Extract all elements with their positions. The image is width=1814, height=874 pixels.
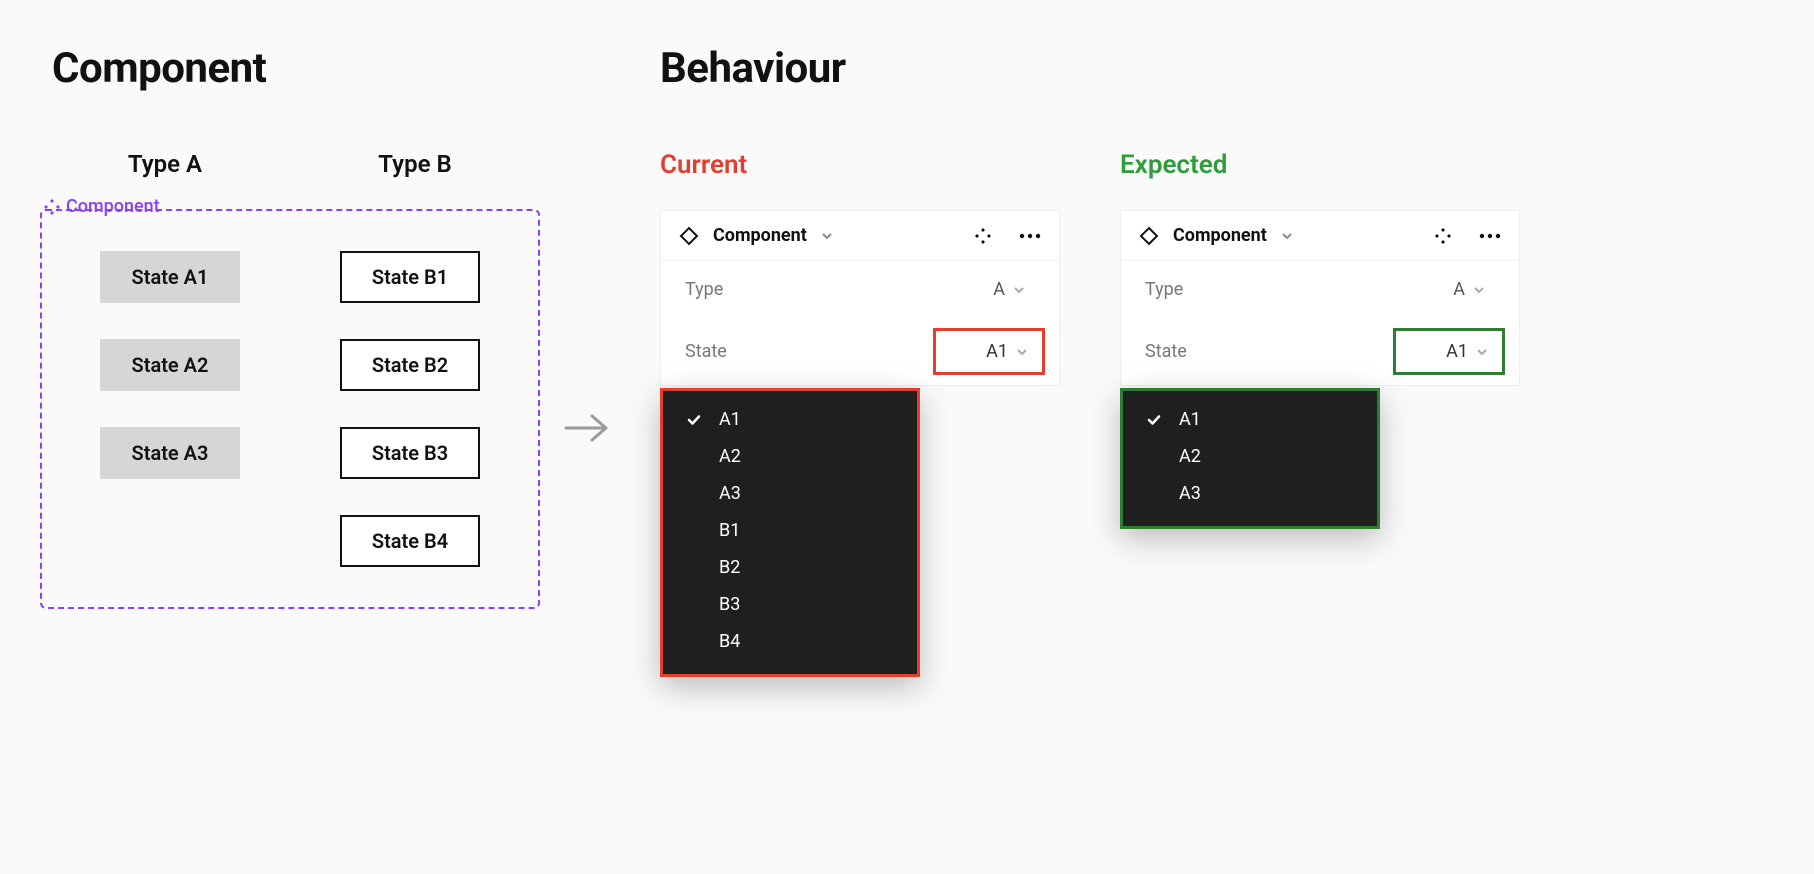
dropdown-item-label: A2 bbox=[1179, 446, 1201, 467]
more-icon[interactable] bbox=[1479, 233, 1501, 239]
expected-type-row: Type A bbox=[1121, 261, 1519, 318]
state-box-a3: State A3 bbox=[100, 427, 240, 479]
chevron-down-icon[interactable] bbox=[821, 230, 833, 242]
column-b: State B1 State B2 State B3 State B4 bbox=[310, 251, 510, 567]
current-panel-title[interactable]: Component bbox=[713, 225, 807, 246]
type-b-header: Type B bbox=[290, 150, 540, 178]
expected-panel-title[interactable]: Component bbox=[1173, 225, 1267, 246]
current-type-value[interactable]: A bbox=[983, 273, 1035, 306]
check-icon bbox=[685, 413, 703, 427]
current-panel: Component Type A Stat bbox=[660, 210, 1060, 386]
expected-state-value[interactable]: A1 bbox=[1393, 328, 1505, 375]
chevron-down-icon bbox=[1013, 284, 1025, 296]
chevron-down-icon bbox=[1476, 346, 1488, 358]
expected-type-value[interactable]: A bbox=[1443, 273, 1495, 306]
expected-state-row: State A1 bbox=[1121, 318, 1519, 385]
component-props-icon[interactable] bbox=[975, 228, 991, 244]
state-label: State bbox=[1145, 341, 1187, 362]
expected-column: Expected Component Type bbox=[1120, 150, 1520, 386]
heading-behaviour: Behaviour bbox=[660, 44, 846, 93]
dropdown-item-label: B3 bbox=[719, 594, 740, 615]
dropdown-item-label: B2 bbox=[719, 557, 740, 578]
type-a-header: Type A bbox=[40, 150, 290, 178]
state-label: State bbox=[685, 341, 727, 362]
expected-panel: Component Type A Stat bbox=[1120, 210, 1520, 386]
current-type-row: Type A bbox=[661, 261, 1059, 318]
current-panel-header: Component bbox=[661, 211, 1059, 261]
component-set-label-text: Component bbox=[66, 196, 160, 217]
component-set-icon bbox=[44, 199, 60, 215]
dropdown-item-label: B1 bbox=[719, 520, 740, 541]
current-label: Current bbox=[660, 150, 1060, 180]
expected-label: Expected bbox=[1120, 150, 1520, 180]
instance-icon bbox=[679, 226, 699, 246]
state-box-b4: State B4 bbox=[340, 515, 480, 567]
dropdown-item-label: A1 bbox=[719, 409, 741, 430]
current-state-value-text: A1 bbox=[986, 341, 1008, 362]
dropdown-item-label: A3 bbox=[719, 483, 741, 504]
dropdown-item[interactable]: B3 bbox=[663, 586, 917, 623]
more-icon[interactable] bbox=[1019, 233, 1041, 239]
dropdown-item[interactable]: A1 bbox=[663, 401, 917, 438]
component-set-box: State A1 State A2 State A3 State B1 Stat… bbox=[40, 209, 540, 609]
type-label: Type bbox=[685, 279, 723, 300]
component-set-label: Component bbox=[44, 196, 540, 217]
expected-panel-header: Component bbox=[1121, 211, 1519, 261]
current-column: Current Component Type bbox=[660, 150, 1060, 386]
chevron-down-icon bbox=[1016, 346, 1028, 358]
dropdown-item[interactable]: B4 bbox=[663, 623, 917, 660]
current-state-value[interactable]: A1 bbox=[933, 328, 1045, 375]
component-set-area: Type A Type B Component State A1 State A… bbox=[40, 150, 540, 609]
state-box-a1: State A1 bbox=[100, 251, 240, 303]
dropdown-item[interactable]: B2 bbox=[663, 549, 917, 586]
instance-icon bbox=[1139, 226, 1159, 246]
check-icon bbox=[1145, 413, 1163, 427]
dropdown-item[interactable]: B1 bbox=[663, 512, 917, 549]
dropdown-item-label: A2 bbox=[719, 446, 741, 467]
dropdown-item-label: B4 bbox=[719, 631, 740, 652]
state-box-b3: State B3 bbox=[340, 427, 480, 479]
dropdown-item-label: A3 bbox=[1179, 483, 1201, 504]
type-label: Type bbox=[1145, 279, 1183, 300]
type-headers: Type A Type B bbox=[40, 150, 540, 178]
current-state-row: State A1 bbox=[661, 318, 1059, 385]
dropdown-item[interactable]: A1 bbox=[1123, 401, 1377, 438]
chevron-down-icon bbox=[1473, 284, 1485, 296]
column-a: State A1 State A2 State A3 bbox=[70, 251, 270, 567]
behaviour-area: Current Component Type bbox=[660, 150, 1520, 386]
dropdown-item-label: A1 bbox=[1179, 409, 1201, 430]
state-box-b1: State B1 bbox=[340, 251, 480, 303]
component-props-icon[interactable] bbox=[1435, 228, 1451, 244]
current-dropdown[interactable]: A1 A2 A3 B1 B2 B3 B4 bbox=[660, 388, 920, 677]
dropdown-item[interactable]: A3 bbox=[663, 475, 917, 512]
expected-state-value-text: A1 bbox=[1446, 341, 1468, 362]
state-box-b2: State B2 bbox=[340, 339, 480, 391]
heading-component: Component bbox=[52, 44, 266, 93]
dropdown-item[interactable]: A3 bbox=[1123, 475, 1377, 512]
dropdown-item[interactable]: A2 bbox=[1123, 438, 1377, 475]
expected-dropdown[interactable]: A1 A2 A3 bbox=[1120, 388, 1380, 529]
state-box-a2: State A2 bbox=[100, 339, 240, 391]
chevron-down-icon[interactable] bbox=[1281, 230, 1293, 242]
current-type-value-text: A bbox=[993, 279, 1005, 300]
dropdown-item[interactable]: A2 bbox=[663, 438, 917, 475]
arrow-icon bbox=[562, 408, 612, 448]
expected-type-value-text: A bbox=[1453, 279, 1465, 300]
